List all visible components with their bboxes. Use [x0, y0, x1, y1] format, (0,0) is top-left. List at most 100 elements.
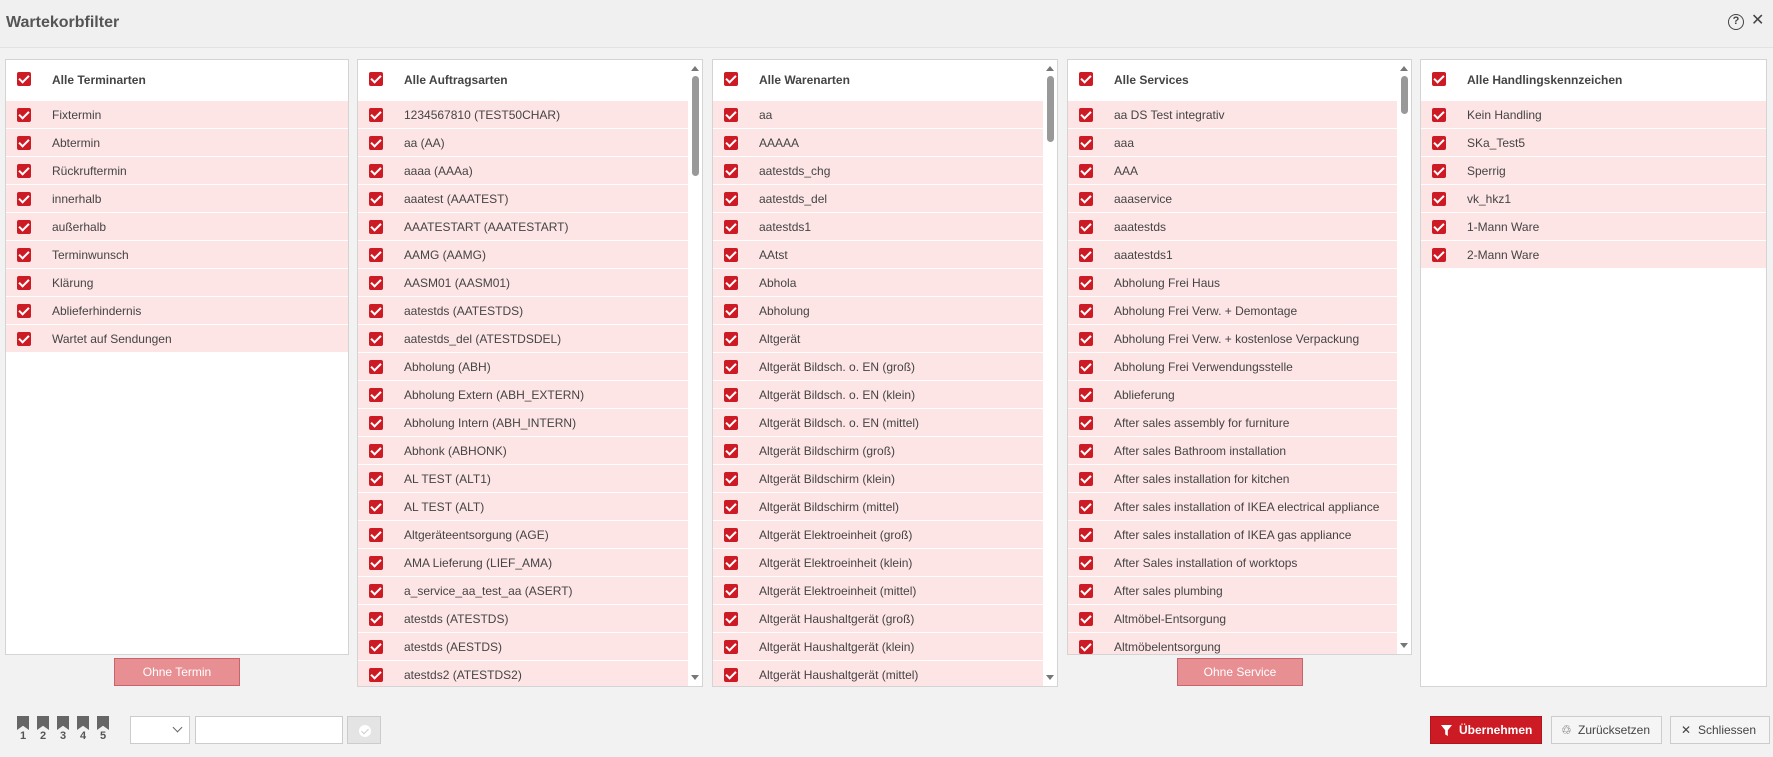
- item-checkbox[interactable]: [724, 472, 738, 486]
- select-all-checkbox[interactable]: [17, 72, 31, 86]
- scroll-up-icon[interactable]: [691, 66, 699, 71]
- list-item[interactable]: aaatestds1: [1068, 241, 1397, 269]
- scrollbar[interactable]: [688, 60, 702, 686]
- item-checkbox[interactable]: [369, 136, 383, 150]
- item-checkbox[interactable]: [369, 108, 383, 122]
- item-checkbox[interactable]: [369, 668, 383, 682]
- item-checkbox[interactable]: [369, 248, 383, 262]
- item-checkbox[interactable]: [369, 304, 383, 318]
- list-item[interactable]: aatestds (AATESTDS): [358, 297, 688, 325]
- scroll-down-icon[interactable]: [1400, 643, 1408, 648]
- item-checkbox[interactable]: [724, 164, 738, 178]
- list-item[interactable]: Altgerät Bildschirm (groß): [713, 437, 1043, 465]
- list-item[interactable]: AAAAA: [713, 129, 1043, 157]
- item-checkbox[interactable]: [1079, 248, 1093, 262]
- item-checkbox[interactable]: [369, 640, 383, 654]
- list-item[interactable]: Abholung Frei Verwendungsstelle: [1068, 353, 1397, 381]
- list-item[interactable]: aa (AA): [358, 129, 688, 157]
- list-item[interactable]: Abholung Frei Haus: [1068, 269, 1397, 297]
- item-checkbox[interactable]: [369, 416, 383, 430]
- list-item[interactable]: AL TEST (ALT1): [358, 465, 688, 493]
- item-checkbox[interactable]: [17, 164, 31, 178]
- item-checkbox[interactable]: [1079, 556, 1093, 570]
- item-checkbox[interactable]: [17, 248, 31, 262]
- list-item[interactable]: Rückruftermin: [6, 157, 348, 185]
- list-item[interactable]: Altgeräteentsorgung (AGE): [358, 521, 688, 549]
- list-item[interactable]: innerhalb: [6, 185, 348, 213]
- bookmark-5[interactable]: 5: [96, 716, 110, 742]
- list-item[interactable]: Altgerät Haushaltgerät (groß): [713, 605, 1043, 633]
- item-checkbox[interactable]: [369, 528, 383, 542]
- list-item[interactable]: Abhonk (ABHONK): [358, 437, 688, 465]
- list-item[interactable]: Wartet auf Sendungen: [6, 325, 348, 353]
- list-item[interactable]: atestds (ATESTDS): [358, 605, 688, 633]
- item-checkbox[interactable]: [1079, 472, 1093, 486]
- item-checkbox[interactable]: [1432, 108, 1446, 122]
- item-checkbox[interactable]: [1079, 276, 1093, 290]
- list-item[interactable]: After sales assembly for furniture: [1068, 409, 1397, 437]
- close-button[interactable]: ✕ Schliessen: [1670, 716, 1770, 744]
- list-item[interactable]: Abholung Frei Verw. + kostenlose Verpack…: [1068, 325, 1397, 353]
- close-icon[interactable]: ✕: [1751, 12, 1764, 30]
- list-item[interactable]: Terminwunsch: [6, 241, 348, 269]
- item-checkbox[interactable]: [1432, 136, 1446, 150]
- bookmark-3[interactable]: 3: [56, 716, 70, 742]
- list-item[interactable]: Altgerät: [713, 325, 1043, 353]
- list-item[interactable]: aatestds1: [713, 213, 1043, 241]
- scroll-down-icon[interactable]: [691, 675, 699, 680]
- item-checkbox[interactable]: [1079, 108, 1093, 122]
- item-checkbox[interactable]: [724, 668, 738, 682]
- item-checkbox[interactable]: [369, 164, 383, 178]
- confirm-button[interactable]: [347, 716, 381, 744]
- select-all-checkbox[interactable]: [724, 72, 738, 86]
- item-checkbox[interactable]: [369, 556, 383, 570]
- list-item[interactable]: Altgerät Bildsch. o. EN (groß): [713, 353, 1043, 381]
- item-checkbox[interactable]: [1079, 136, 1093, 150]
- scroll-up-icon[interactable]: [1400, 66, 1408, 71]
- list-item[interactable]: Altgerät Haushaltgerät (klein): [713, 633, 1043, 661]
- item-checkbox[interactable]: [724, 304, 738, 318]
- item-checkbox[interactable]: [369, 444, 383, 458]
- list-item[interactable]: Abhola: [713, 269, 1043, 297]
- list-item[interactable]: Altmöbel-Entsorgung: [1068, 605, 1397, 633]
- item-checkbox[interactable]: [369, 500, 383, 514]
- list-item[interactable]: AL TEST (ALT): [358, 493, 688, 521]
- list-item[interactable]: AAA: [1068, 157, 1397, 185]
- list-item[interactable]: aa DS Test integrativ: [1068, 101, 1397, 129]
- item-checkbox[interactable]: [369, 332, 383, 346]
- item-checkbox[interactable]: [1079, 388, 1093, 402]
- list-item[interactable]: aatestds_chg: [713, 157, 1043, 185]
- item-checkbox[interactable]: [1079, 332, 1093, 346]
- list-item[interactable]: SKa_Test5: [1421, 129, 1766, 157]
- item-checkbox[interactable]: [17, 304, 31, 318]
- item-checkbox[interactable]: [17, 220, 31, 234]
- item-checkbox[interactable]: [724, 192, 738, 206]
- list-item[interactable]: Altgerät Bildschirm (klein): [713, 465, 1043, 493]
- list-item[interactable]: AAMG (AAMG): [358, 241, 688, 269]
- list-item[interactable]: Fixtermin: [6, 101, 348, 129]
- item-checkbox[interactable]: [369, 388, 383, 402]
- item-checkbox[interactable]: [724, 388, 738, 402]
- list-item[interactable]: Abholung Extern (ABH_EXTERN): [358, 381, 688, 409]
- list-item[interactable]: Abholung Frei Verw. + Demontage: [1068, 297, 1397, 325]
- reset-button[interactable]: ♲ Zurücksetzen: [1551, 716, 1662, 744]
- list-item[interactable]: Altgerät Elektroeinheit (mittel): [713, 577, 1043, 605]
- item-checkbox[interactable]: [1079, 528, 1093, 542]
- item-checkbox[interactable]: [724, 220, 738, 234]
- filter-name-input[interactable]: [195, 716, 343, 744]
- item-checkbox[interactable]: [17, 276, 31, 290]
- scroll-thumb[interactable]: [692, 76, 699, 176]
- list-item[interactable]: After sales installation of IKEA gas app…: [1068, 521, 1397, 549]
- item-checkbox[interactable]: [1432, 164, 1446, 178]
- list-item[interactable]: After sales Bathroom installation: [1068, 437, 1397, 465]
- item-checkbox[interactable]: [724, 556, 738, 570]
- item-checkbox[interactable]: [369, 584, 383, 598]
- scroll-thumb[interactable]: [1047, 76, 1054, 142]
- list-item[interactable]: a_service_aa_test_aa (ASERT): [358, 577, 688, 605]
- list-item[interactable]: Altgerät Bildsch. o. EN (mittel): [713, 409, 1043, 437]
- item-checkbox[interactable]: [17, 108, 31, 122]
- item-checkbox[interactable]: [1079, 164, 1093, 178]
- scroll-thumb[interactable]: [1401, 76, 1408, 114]
- item-checkbox[interactable]: [17, 192, 31, 206]
- item-checkbox[interactable]: [1079, 444, 1093, 458]
